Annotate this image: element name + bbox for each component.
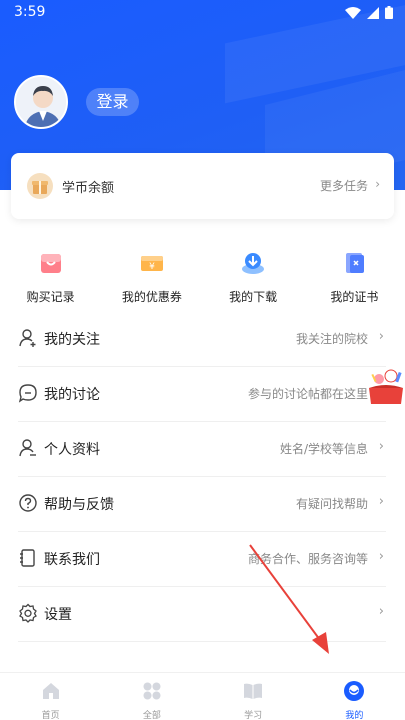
menu-item-label: 我的关注 bbox=[44, 332, 100, 348]
chat-icon bbox=[18, 384, 37, 403]
chevron-right-icon: › bbox=[378, 604, 384, 619]
avatar[interactable] bbox=[14, 75, 68, 129]
quick-action-label: 我的下载 bbox=[229, 290, 278, 304]
quick-action-label: 我的证书 bbox=[330, 290, 379, 304]
chevron-right-icon: › bbox=[378, 439, 384, 454]
tab-label: 我的 bbox=[345, 711, 364, 720]
status-time: 3:59 bbox=[14, 4, 46, 20]
chevron-right-icon: › bbox=[375, 177, 380, 191]
svg-text:¥: ¥ bbox=[149, 262, 155, 272]
more-tasks-link[interactable]: 更多任务 bbox=[320, 177, 368, 194]
menu-item-hint: 姓名/学校等信息 bbox=[279, 442, 368, 456]
tab-study[interactable]: 学习 bbox=[203, 673, 304, 720]
tab-home[interactable]: 首页 bbox=[0, 673, 101, 720]
tab-label: 首页 bbox=[41, 711, 60, 720]
wifi-icon bbox=[345, 6, 361, 19]
battery-icon bbox=[385, 6, 393, 19]
login-button[interactable]: 登录 bbox=[86, 88, 139, 116]
coin-balance-label: 学币余额 bbox=[62, 181, 115, 196]
gift-icon bbox=[27, 173, 53, 199]
phone-book-icon bbox=[20, 549, 35, 567]
quick-action-certificates[interactable]: 我的证书 bbox=[304, 250, 405, 310]
menu-item-hint: 有疑问找帮助 bbox=[295, 497, 368, 511]
grid-icon bbox=[143, 682, 161, 700]
quick-action-downloads[interactable]: 我的下载 bbox=[203, 250, 304, 310]
menu-item-profile[interactable]: 个人资料 姓名/学校等信息 › bbox=[18, 422, 386, 477]
menu-item-label: 个人资料 bbox=[44, 442, 100, 458]
quick-actions: 购买记录 ¥ 我的优惠券 我的下载 我的证书 bbox=[0, 250, 405, 310]
user-follow-icon bbox=[19, 329, 36, 347]
menu-item-help[interactable]: 帮助与反馈 有疑问找帮助 › bbox=[18, 477, 386, 532]
certificate-icon bbox=[346, 253, 365, 273]
menu-item-contact[interactable]: 联系我们 商务合作、服务咨询等 › bbox=[18, 532, 386, 587]
coin-balance-card[interactable]: 学币余额 更多任务 › bbox=[11, 153, 394, 219]
profile-icon bbox=[19, 439, 36, 457]
chevron-right-icon: › bbox=[378, 494, 384, 509]
settings-menu: 我的关注 我关注的院校 › 我的讨论 参与的讨论帖都在这里 个人资料 姓名/学校… bbox=[18, 312, 386, 642]
quick-action-label: 我的优惠券 bbox=[121, 290, 182, 304]
book-icon bbox=[244, 683, 263, 699]
menu-item-hint: 我关注的院校 bbox=[295, 332, 368, 346]
status-bar: 3:59 bbox=[0, 0, 405, 26]
tab-me[interactable]: 我的 bbox=[304, 673, 405, 720]
download-icon bbox=[242, 253, 265, 274]
quick-action-purchase-records[interactable]: 购买记录 bbox=[0, 250, 101, 310]
chevron-right-icon: › bbox=[378, 549, 384, 564]
chevron-right-icon: › bbox=[378, 329, 384, 344]
menu-item-settings[interactable]: 设置 › bbox=[18, 587, 386, 642]
tab-label: 全部 bbox=[142, 711, 161, 720]
menu-item-hint: 参与的讨论帖都在这里 bbox=[247, 387, 368, 401]
signal-icon bbox=[367, 6, 379, 19]
quick-action-label: 购买记录 bbox=[26, 290, 75, 304]
menu-item-label: 我的讨论 bbox=[44, 387, 100, 403]
bottom-tab-bar: 首页 全部 学习 我的 bbox=[0, 672, 405, 720]
settings-icon bbox=[19, 603, 37, 623]
me-icon bbox=[344, 681, 365, 701]
menu-item-discussions[interactable]: 我的讨论 参与的讨论帖都在这里 bbox=[18, 367, 386, 422]
help-icon bbox=[19, 494, 37, 512]
menu-item-label: 帮助与反馈 bbox=[44, 497, 114, 513]
home-icon bbox=[42, 683, 59, 699]
status-icons bbox=[345, 6, 393, 19]
floating-gift-icon[interactable] bbox=[367, 368, 405, 406]
cart-icon bbox=[40, 254, 61, 273]
tab-label: 学习 bbox=[244, 711, 263, 720]
quick-action-coupons[interactable]: ¥ 我的优惠券 bbox=[101, 250, 202, 310]
coupon-icon: ¥ bbox=[140, 256, 163, 272]
menu-item-label: 设置 bbox=[44, 607, 72, 623]
tab-all[interactable]: 全部 bbox=[101, 673, 202, 720]
menu-item-label: 联系我们 bbox=[44, 552, 100, 568]
menu-item-hint: 商务合作、服务咨询等 bbox=[247, 552, 368, 566]
menu-item-follow[interactable]: 我的关注 我关注的院校 › bbox=[18, 312, 386, 367]
